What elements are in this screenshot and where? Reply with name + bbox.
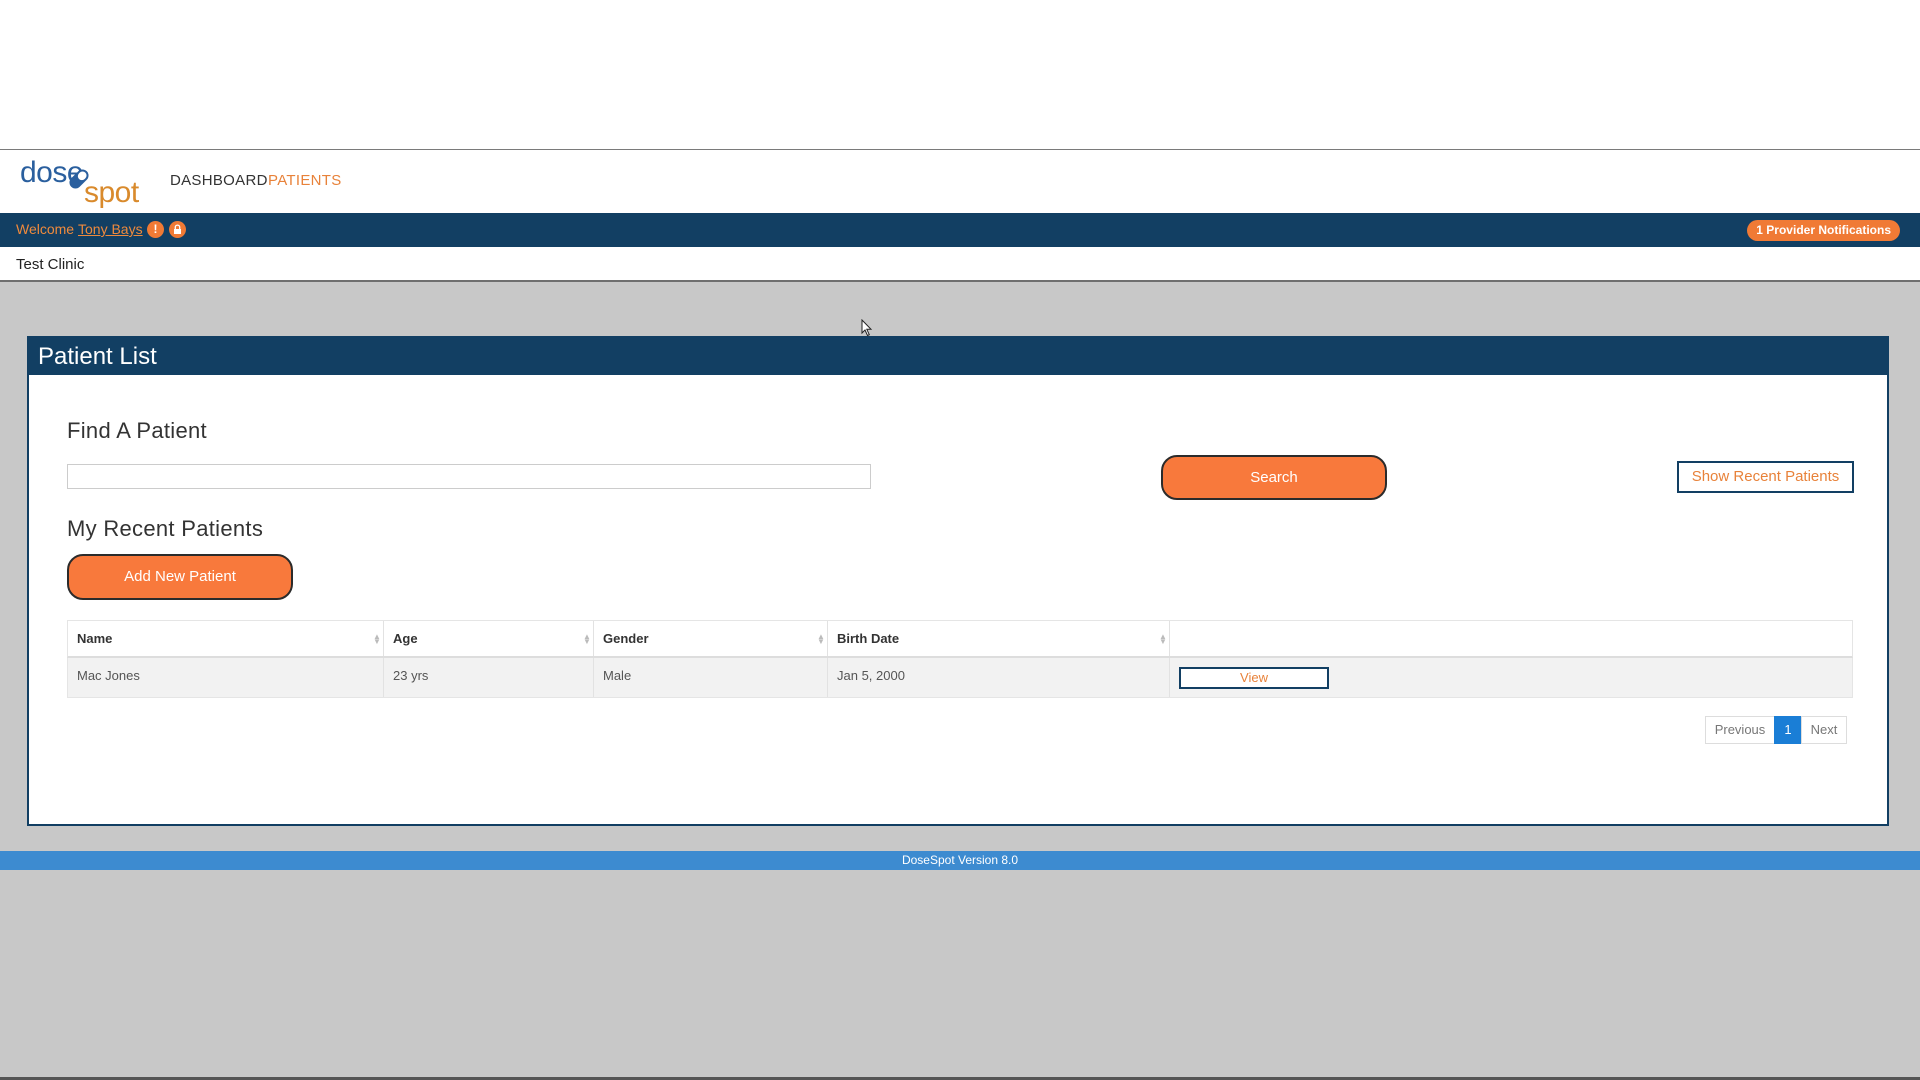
search-button[interactable]: Search — [1161, 455, 1387, 500]
cell-action: View — [1170, 658, 1854, 697]
column-header-age[interactable]: Age ▲ ▼ — [384, 621, 594, 656]
sort-icon: ▲ ▼ — [1159, 632, 1167, 646]
top-navbar: dose spot DASHBOARD PATIENTS — [0, 150, 1920, 213]
cell-gender: Male — [594, 658, 828, 697]
alert-icon[interactable]: ! — [147, 221, 164, 238]
nav-patients-link[interactable]: PATIENTS — [268, 172, 342, 189]
clinic-bar: Test Clinic — [0, 247, 1920, 282]
panel-title: Patient List — [38, 343, 157, 370]
welcome-label: Welcome — [16, 221, 75, 237]
column-header-action — [1170, 621, 1854, 656]
nav-dashboard-link[interactable]: DASHBOARD — [170, 172, 268, 189]
welcome-user-link[interactable]: Tony Bays — [78, 221, 143, 237]
clinic-name: Test Clinic — [16, 256, 85, 273]
pagination-next[interactable]: Next — [1801, 716, 1847, 744]
patient-list-panel: Patient List Find A Patient Search Show … — [27, 336, 1889, 826]
sort-icon: ▲ ▼ — [373, 632, 381, 646]
table-row: Mac Jones 23 yrs Male Jan 5, 2000 View — [67, 658, 1853, 698]
column-header-name[interactable]: Name ▲ ▼ — [68, 621, 384, 656]
patient-search-input[interactable] — [67, 464, 871, 489]
sort-icon: ▲ ▼ — [583, 632, 591, 646]
lock-icon[interactable] — [169, 221, 186, 238]
top-blank-area — [0, 0, 1920, 150]
column-header-gender[interactable]: Gender ▲ ▼ — [594, 621, 828, 656]
pagination-page-1[interactable]: 1 — [1774, 716, 1802, 744]
lock-glyph-icon — [174, 224, 181, 234]
recent-patients-heading: My Recent Patients — [67, 516, 264, 541]
footer-version: DoseSpot Version 8.0 — [0, 851, 1920, 870]
patients-table: Name ▲ ▼ Age ▲ ▼ Gender ▲ ▼ Birth Date ▲ ▼ M… — [67, 620, 1853, 698]
find-patient-heading: Find A Patient — [67, 418, 207, 443]
logo-text-spot: spot — [84, 176, 139, 209]
panel-header: Patient List — [29, 338, 1887, 375]
dosespot-logo[interactable]: dose spot — [20, 154, 150, 210]
add-new-patient-button[interactable]: Add New Patient — [67, 554, 293, 600]
welcome-bar: Welcome Tony Bays ! 1 Provider Notificat… — [0, 213, 1920, 247]
cell-name: Mac Jones — [68, 658, 384, 697]
cell-age: 23 yrs — [384, 658, 594, 697]
table-header: Name ▲ ▼ Age ▲ ▼ Gender ▲ ▼ Birth Date ▲ ▼ — [67, 620, 1853, 658]
provider-notifications-button[interactable]: 1 Provider Notifications — [1747, 220, 1900, 241]
mouse-cursor-icon — [861, 319, 873, 337]
pagination-previous[interactable]: Previous — [1705, 716, 1775, 744]
view-patient-button[interactable]: View — [1179, 667, 1329, 689]
column-header-birth-date[interactable]: Birth Date ▲ ▼ — [828, 621, 1170, 656]
cell-birth-date: Jan 5, 2000 — [828, 658, 1170, 697]
show-recent-patients-button[interactable]: Show Recent Patients — [1677, 461, 1854, 493]
sort-icon: ▲ ▼ — [817, 632, 825, 646]
